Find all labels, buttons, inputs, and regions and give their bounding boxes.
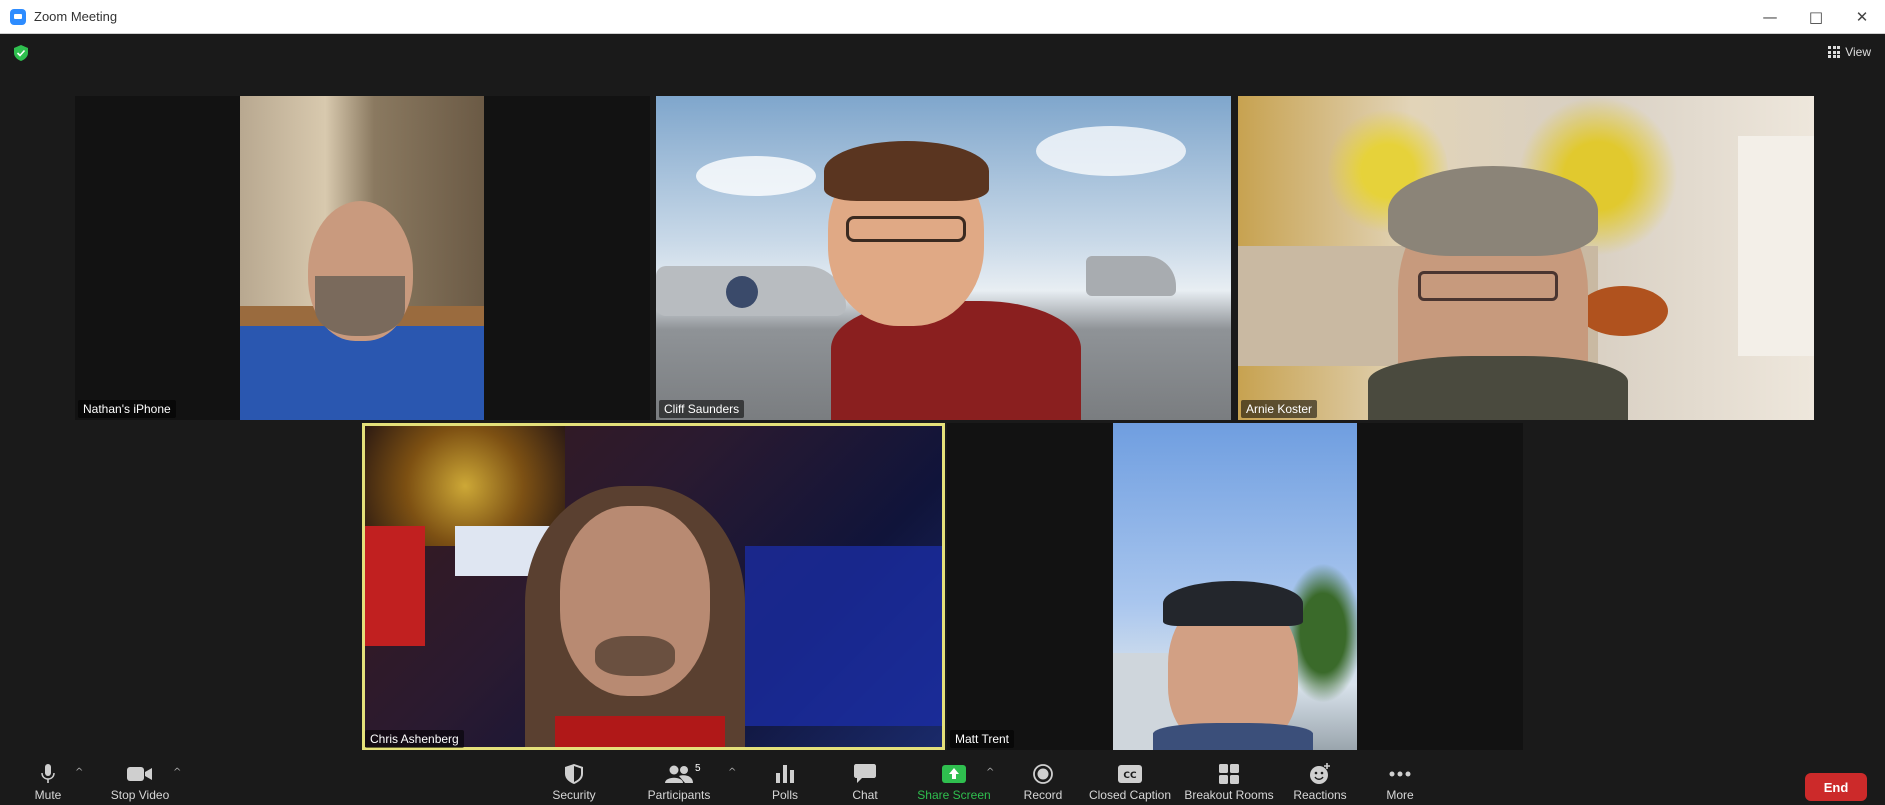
closed-caption-label: Closed Caption (1088, 788, 1172, 802)
view-button[interactable]: View (1828, 45, 1871, 59)
video-options-chevron-icon[interactable]: ^ (173, 767, 181, 778)
window-title: Zoom Meeting (34, 9, 118, 24)
close-icon[interactable]: ✕ (1839, 0, 1885, 34)
share-screen-label: Share Screen (917, 788, 991, 802)
participants-button[interactable]: 5 Participants (634, 763, 724, 802)
shield-check-icon[interactable] (14, 45, 28, 61)
record-button[interactable]: Record (998, 763, 1088, 802)
chat-button[interactable]: Chat (820, 763, 910, 802)
security-button[interactable]: Security (529, 763, 619, 802)
share-screen-arrow-icon (942, 765, 966, 783)
svg-text:CC: CC (1123, 771, 1137, 781)
breakout-rooms-label: Breakout Rooms (1184, 788, 1274, 802)
grid-view-icon (1828, 46, 1841, 58)
mute-label: Mute (34, 788, 62, 802)
reactions-button[interactable]: Reactions (1275, 763, 1365, 802)
chat-label: Chat (852, 788, 878, 802)
participants-icon (665, 765, 693, 783)
more-label: More (1386, 788, 1414, 802)
participant-video (1113, 423, 1357, 750)
minimize-icon[interactable]: — (1747, 0, 1793, 34)
polls-bar-chart-icon (776, 765, 794, 783)
closed-caption-icon: CC (1118, 765, 1142, 783)
microphone-icon (41, 764, 55, 783)
security-label: Security (552, 788, 596, 802)
participants-label: Participants (647, 788, 711, 802)
more-button[interactable]: More (1355, 763, 1445, 802)
participant-video (656, 96, 1231, 420)
polls-label: Polls (771, 788, 798, 802)
participants-count: 5 (695, 763, 701, 774)
breakout-rooms-icon (1219, 764, 1239, 784)
stop-video-label: Stop Video (110, 788, 170, 802)
participant-name: Matt Trent (950, 730, 1015, 748)
stop-video-button[interactable]: Stop Video (95, 763, 185, 802)
meeting-toolbar: Mute ^ Stop Video ^ Security 5 Participa… (0, 757, 1885, 805)
participant-name: Arnie Koster (1241, 400, 1318, 418)
participant-name: Nathan's iPhone (78, 400, 176, 418)
participant-name: Chris Ashenberg (365, 730, 464, 748)
meeting-gallery: View Nathan's iPhone Cliff Saunders Arni… (0, 34, 1885, 757)
window-titlebar: Zoom Meeting — □ ✕ (0, 0, 1885, 34)
video-tile[interactable]: Matt Trent (947, 423, 1523, 750)
chat-bubble-icon (854, 764, 876, 783)
shield-icon (565, 764, 583, 784)
smiley-plus-icon (1310, 763, 1330, 784)
polls-button[interactable]: Polls (740, 763, 830, 802)
participant-video (240, 96, 484, 420)
view-label: View (1845, 45, 1871, 59)
closed-caption-button[interactable]: CC Closed Caption (1085, 763, 1175, 802)
video-camera-icon (127, 767, 152, 781)
video-tile[interactable]: Cliff Saunders (656, 96, 1231, 420)
participant-video (1238, 96, 1814, 420)
video-tile[interactable]: Arnie Koster (1238, 96, 1814, 420)
record-icon (1033, 764, 1053, 784)
participant-name: Cliff Saunders (659, 400, 745, 418)
participant-video (365, 426, 942, 747)
share-options-chevron-icon[interactable]: ^ (986, 767, 994, 778)
audio-options-chevron-icon[interactable]: ^ (75, 767, 83, 778)
end-meeting-button[interactable]: End (1805, 773, 1867, 801)
zoom-app-icon (10, 8, 26, 25)
record-label: Record (1023, 788, 1063, 802)
maximize-icon[interactable]: □ (1793, 0, 1839, 34)
video-tile-active-speaker[interactable]: Chris Ashenberg (362, 423, 945, 750)
breakout-rooms-button[interactable]: Breakout Rooms (1184, 763, 1274, 802)
reactions-label: Reactions (1293, 788, 1347, 802)
more-ellipsis-icon (1389, 771, 1411, 777)
video-tile[interactable]: Nathan's iPhone (75, 96, 650, 420)
participants-options-chevron-icon[interactable]: ^ (728, 767, 736, 778)
